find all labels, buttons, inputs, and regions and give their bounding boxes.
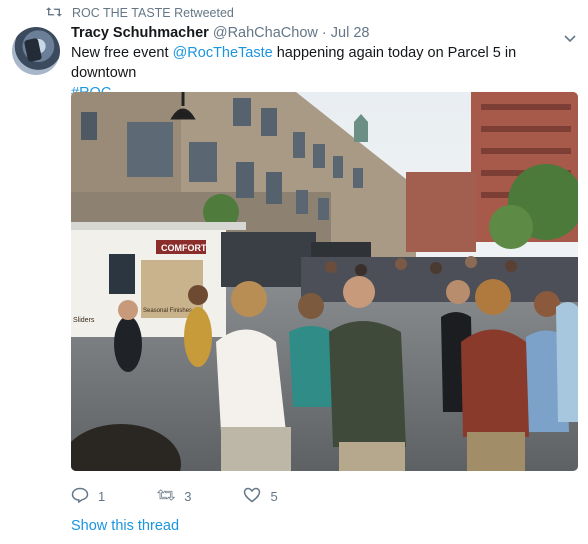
crowd-person: [355, 264, 367, 276]
window: [127, 122, 173, 177]
person-head: [475, 279, 511, 315]
tweet-header: Tracy Schuhmacher @RahChaChow · Jul 28: [71, 23, 369, 43]
window: [296, 190, 308, 214]
like-button[interactable]: 5: [243, 487, 278, 506]
window: [189, 142, 217, 182]
retweet-button[interactable]: 3: [157, 487, 191, 506]
reply-icon: [71, 487, 89, 506]
person-far-right: [556, 302, 578, 422]
food-truck-roof: [71, 222, 246, 230]
person: [114, 316, 142, 372]
person-white-top: [216, 329, 286, 432]
separator: ·: [321, 25, 327, 41]
reply-button[interactable]: 1: [71, 487, 105, 506]
reply-count: 1: [98, 488, 106, 504]
crowd-person: [395, 258, 407, 270]
tweet-photo[interactable]: COMFORT Seasonal Finishes Sliders: [71, 92, 578, 471]
crowd-person: [325, 261, 337, 273]
right-building-window-band: [481, 126, 571, 132]
person: [184, 307, 212, 367]
heart-icon: [243, 487, 261, 506]
window: [353, 168, 363, 188]
person-shorts: [221, 427, 291, 471]
window: [313, 144, 325, 168]
right-building-window-band: [481, 104, 571, 110]
tweet-text-start: New free event: [71, 45, 173, 61]
window: [293, 132, 305, 158]
author-name[interactable]: Tracy Schuhmacher: [71, 25, 209, 41]
distant-building: [406, 172, 476, 252]
person-head: [188, 285, 208, 305]
crowd-person: [430, 262, 442, 274]
window: [318, 198, 329, 220]
author-handle[interactable]: @RahChaChow: [213, 25, 318, 41]
avatar[interactable]: [12, 27, 60, 75]
truck-side-text: Sliders: [73, 317, 95, 324]
person-green: [329, 321, 406, 447]
tweet-actions: 1 3 5: [71, 486, 330, 506]
person-head: [298, 293, 324, 319]
person-teal: [289, 326, 336, 407]
tweet-date[interactable]: Jul 28: [331, 25, 370, 41]
show-thread-link[interactable]: Show this thread: [71, 518, 179, 534]
mention-link[interactable]: @RocTheTaste: [173, 45, 273, 61]
retweet-icon: [46, 6, 62, 21]
window: [233, 98, 251, 126]
window: [266, 172, 282, 204]
crowd-person: [505, 260, 517, 272]
person-head: [446, 280, 470, 304]
window: [236, 162, 254, 198]
person-head: [231, 281, 267, 317]
crowd-person: [465, 256, 477, 268]
person-pants: [339, 442, 405, 471]
person-head: [343, 276, 375, 308]
chevron-down-icon[interactable]: [564, 30, 576, 43]
right-building-window-band: [481, 148, 571, 154]
truck-window: [109, 254, 135, 294]
truck-sign: COMFORT: [161, 243, 207, 253]
person-head: [534, 291, 560, 317]
person-khaki: [467, 432, 525, 471]
person-head: [118, 300, 138, 320]
like-count: 5: [270, 488, 278, 504]
window: [333, 156, 343, 178]
window: [81, 112, 97, 140]
retweet-context: ROC THE TASTE Retweeted: [46, 5, 234, 21]
retweet-icon: [157, 487, 176, 506]
window: [261, 108, 277, 136]
retweet-count: 3: [184, 488, 192, 504]
menu-panel-text: Seasonal Finishes: [143, 308, 192, 314]
tree: [489, 205, 533, 249]
person-camo: [461, 329, 529, 437]
retweet-label[interactable]: ROC THE TASTE Retweeted: [72, 6, 234, 20]
